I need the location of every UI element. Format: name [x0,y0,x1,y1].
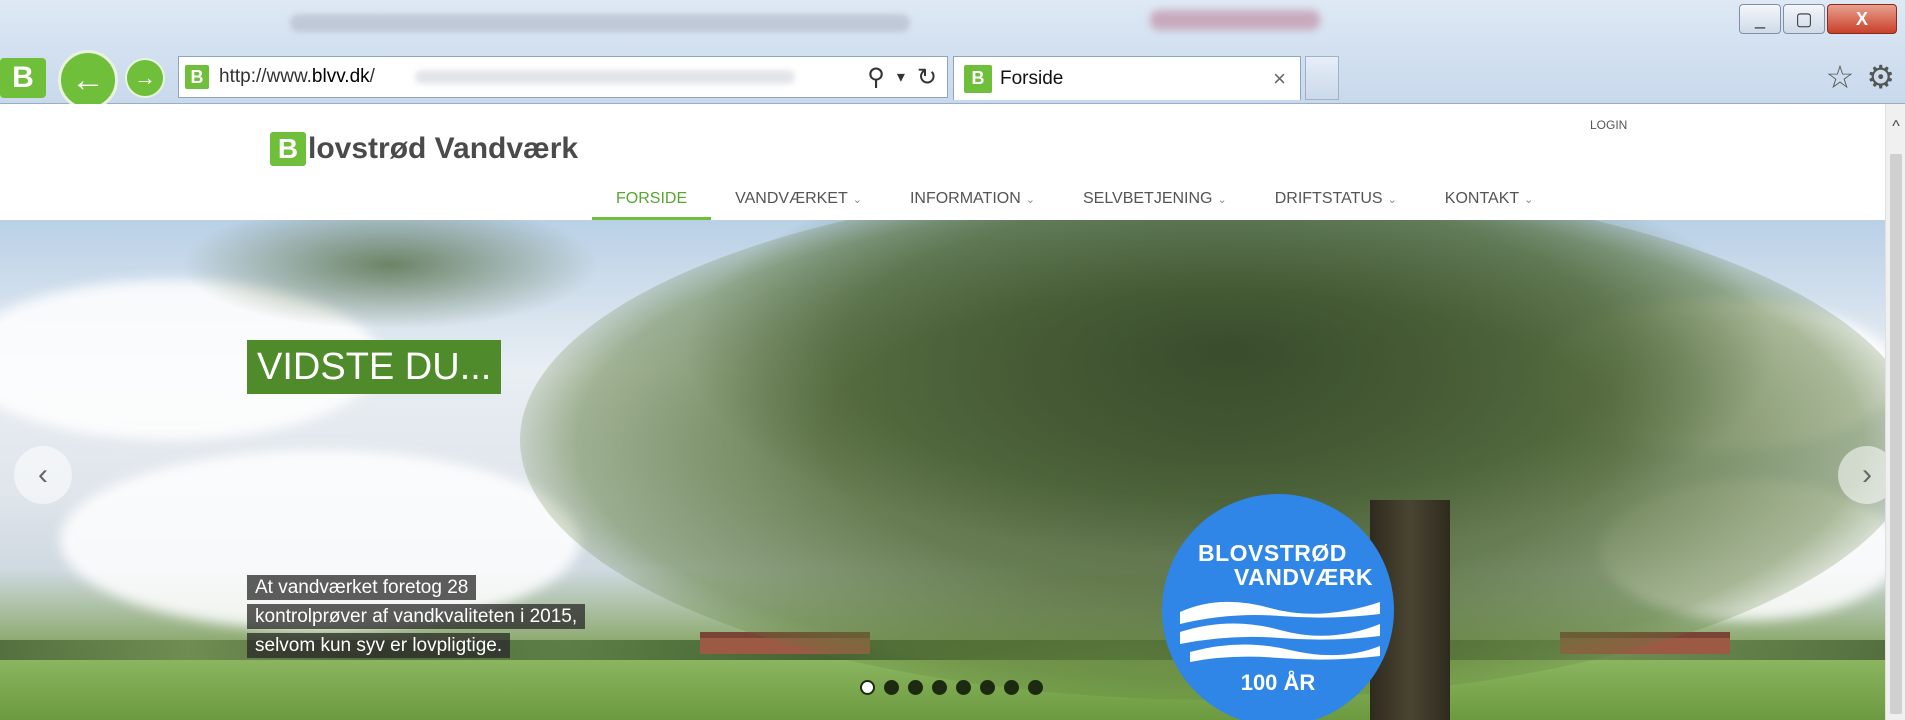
forward-button[interactable]: → [125,58,165,98]
tab-label: Forside [1000,67,1064,89]
logo-letter-b: B [270,132,306,166]
nav-label: DRIFTSTATUS [1274,190,1383,207]
caption-line: selvom kun syv er lovpligtige. [247,633,511,658]
tab-favicon: B [964,64,992,93]
slider-dot[interactable] [932,680,947,695]
nav-label: KONTAKT [1444,190,1520,207]
chevron-down-icon: ⌄ [1025,194,1035,206]
scroll-up-arrow-icon[interactable]: ^ [1886,118,1905,136]
window-controls: _ ▢ X [1737,4,1897,34]
badge-text-line2: VANDVÆRK [1234,564,1374,590]
web-page: B lovstrød Vandværk LOGIN FORSIDE VANDVÆ… [0,104,1885,720]
page-scrollbar[interactable]: ^ [1885,104,1905,720]
chevron-right-icon: › [1862,458,1872,491]
nav-label: INFORMATION [909,190,1021,207]
blurred-window-title [290,14,910,32]
forward-arrow-icon: → [134,65,156,90]
back-button[interactable]: ← [58,50,118,110]
chevron-left-icon: ‹ [38,458,48,491]
chevron-down-icon: ⌄ [1217,194,1227,206]
caption-line: At vandværket foretog 28 [247,575,477,600]
nav-selvbetjening[interactable]: SELVBETJENING ⌄ [1059,170,1251,220]
url-domain: blvv.dk [311,66,370,87]
nav-label: SELVBETJENING [1082,190,1213,207]
minimize-button[interactable]: _ [1739,4,1781,34]
anniversary-badge: BLOVSTRØD VANDVÆRK 100 ÅR [1162,494,1394,720]
address-bar-icons: ⚲ ▾ ↻ [867,63,947,92]
back-arrow-icon: ← [71,60,105,99]
chevron-down-icon: ⌄ [852,194,862,206]
caption-line: kontrolprøver af vandkvaliteten i 2015, [247,604,586,629]
url-text[interactable]: http://www.blvv.dk/ [219,66,375,88]
chevron-down-icon: ⌄ [1387,194,1397,206]
site-logo[interactable]: B lovstrød Vandværk [270,132,578,166]
site-header: B lovstrød Vandværk LOGIN FORSIDE VANDVÆ… [0,104,1885,220]
hero-slider: VIDSTE DU... At vandværket foretog 28 ko… [0,220,1885,720]
nav-driftstatus[interactable]: DRIFTSTATUS ⌄ [1251,170,1421,220]
gear-icon[interactable]: ⚙ [1866,58,1895,96]
url-prefix: http://www. [219,66,312,87]
browser-chrome: _ ▢ X B ← → B http://www.blvv.dk/ ⚲ ▾ ↻ … [0,0,1905,110]
favorites-star-icon[interactable]: ☆ [1826,58,1855,96]
window-title-bar: _ ▢ X [0,0,1905,48]
close-tab-icon[interactable]: × [1273,66,1286,92]
site-favicon: B [185,65,209,89]
slide-heading: VIDSTE DU... [247,340,502,394]
nav-vandvaerket[interactable]: VANDVÆRKET ⌄ [711,170,886,220]
main-navigation: FORSIDE VANDVÆRKET ⌄ INFORMATION ⌄ SELVBET… [592,170,1557,220]
badge-text-line1: BLOVSTRØD [1198,540,1347,566]
browser-tools: ☆ ⚙ [1826,58,1895,96]
slider-dot[interactable] [980,680,995,695]
new-tab-button[interactable] [1305,56,1339,100]
close-window-button[interactable]: X [1827,4,1897,34]
blurred-address-content [414,70,795,84]
nav-kontakt[interactable]: KONTAKT ⌄ [1421,170,1558,220]
url-suffix: / [369,66,375,87]
logo-text: lovstrød Vandværk [308,132,579,165]
slide-caption: At vandværket foretog 28 kontrolprøver a… [247,573,667,660]
nav-forside[interactable]: FORSIDE [592,170,712,220]
browser-pinned-site-icon[interactable]: B [0,58,46,98]
slider-prev-button[interactable]: ‹ [14,446,72,504]
blurred-taskbar-item [1150,10,1320,30]
search-icon[interactable]: ⚲ [867,63,885,92]
address-bar[interactable]: B http://www.blvv.dk/ ⚲ ▾ ↻ [178,56,948,98]
badge-year-text: 100 ÅR [1240,670,1316,695]
slider-dot[interactable] [956,680,971,695]
slider-pagination [860,680,1043,695]
tab-forside[interactable]: B Forside × [953,56,1301,100]
scroll-thumb[interactable] [1890,154,1902,714]
water-waves-icon [1180,601,1380,662]
refresh-icon[interactable]: ↻ [917,63,937,92]
chevron-down-icon: ⌄ [1524,194,1534,206]
login-link[interactable]: LOGIN [1590,118,1627,132]
nav-label: FORSIDE [616,190,688,207]
slider-dot[interactable] [860,680,875,695]
maximize-button[interactable]: ▢ [1783,4,1825,34]
slider-dot[interactable] [884,680,899,695]
slider-dot[interactable] [1004,680,1019,695]
slider-dot[interactable] [1028,680,1043,695]
slider-dot[interactable] [908,680,923,695]
nav-label: VANDVÆRKET [735,190,848,207]
dropdown-icon[interactable]: ▾ [897,67,905,87]
nav-information[interactable]: INFORMATION ⌄ [886,170,1059,220]
